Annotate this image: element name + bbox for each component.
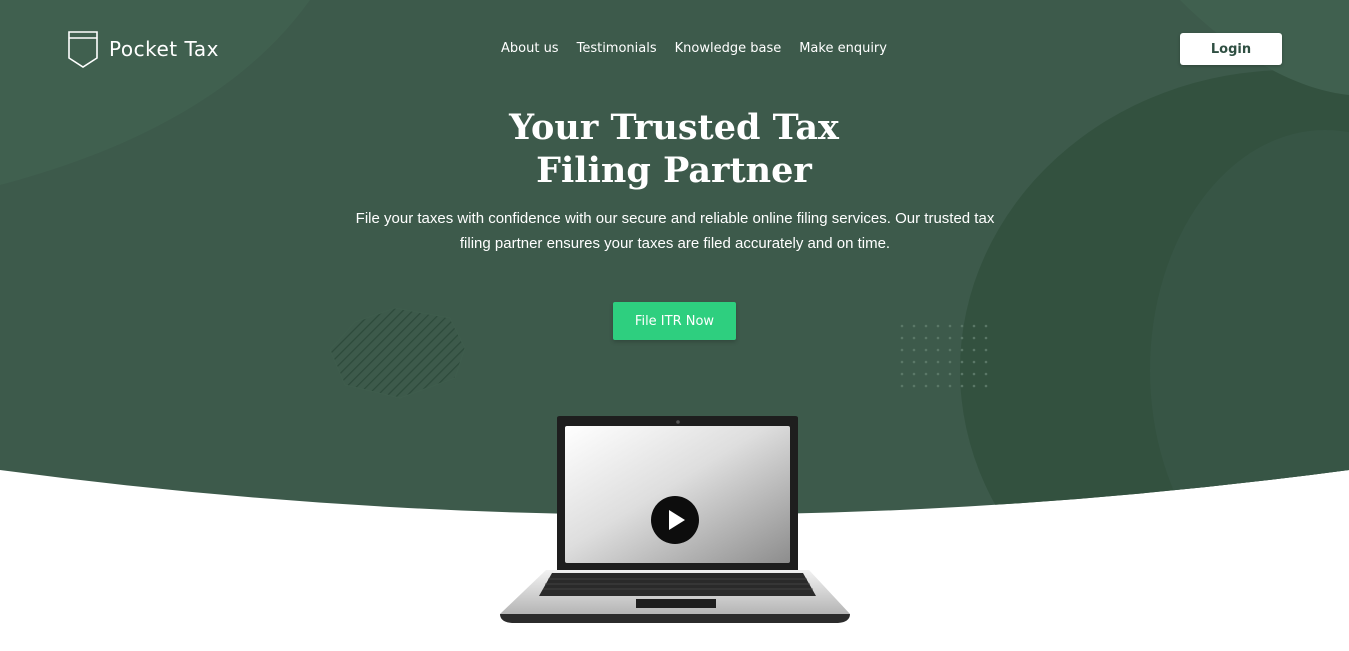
login-button[interactable]: Login [1180,33,1282,65]
play-icon[interactable] [651,496,699,544]
nav-link-knowledge-base[interactable]: Knowledge base [675,40,782,58]
laptop-video [500,416,850,623]
nav-link-testimonials[interactable]: Testimonials [577,40,657,58]
main-nav: About us Testimonials Knowledge base Mak… [501,40,887,58]
brand-name: Pocket Tax [109,37,219,61]
brand-logo[interactable]: Pocket Tax [67,30,219,68]
hero-title-line1: Your Trusted Tax [509,107,839,148]
pocket-shield-icon [68,31,98,68]
nav-link-make-enquiry[interactable]: Make enquiry [799,40,887,58]
file-itr-button[interactable]: File ITR Now [613,302,736,340]
hero-title-line2: Filing Partner [536,150,812,191]
hero-subtitle-line1: File your taxes with confidence with our… [355,210,995,227]
hero-subtitle: File your taxes with confidence with our… [354,206,996,256]
hero-title: Your Trusted Tax Filing Partner [424,106,924,192]
hero-subtitle-line2: filing partner ensures your taxes are fi… [459,235,891,252]
nav-link-about-us[interactable]: About us [501,40,559,58]
